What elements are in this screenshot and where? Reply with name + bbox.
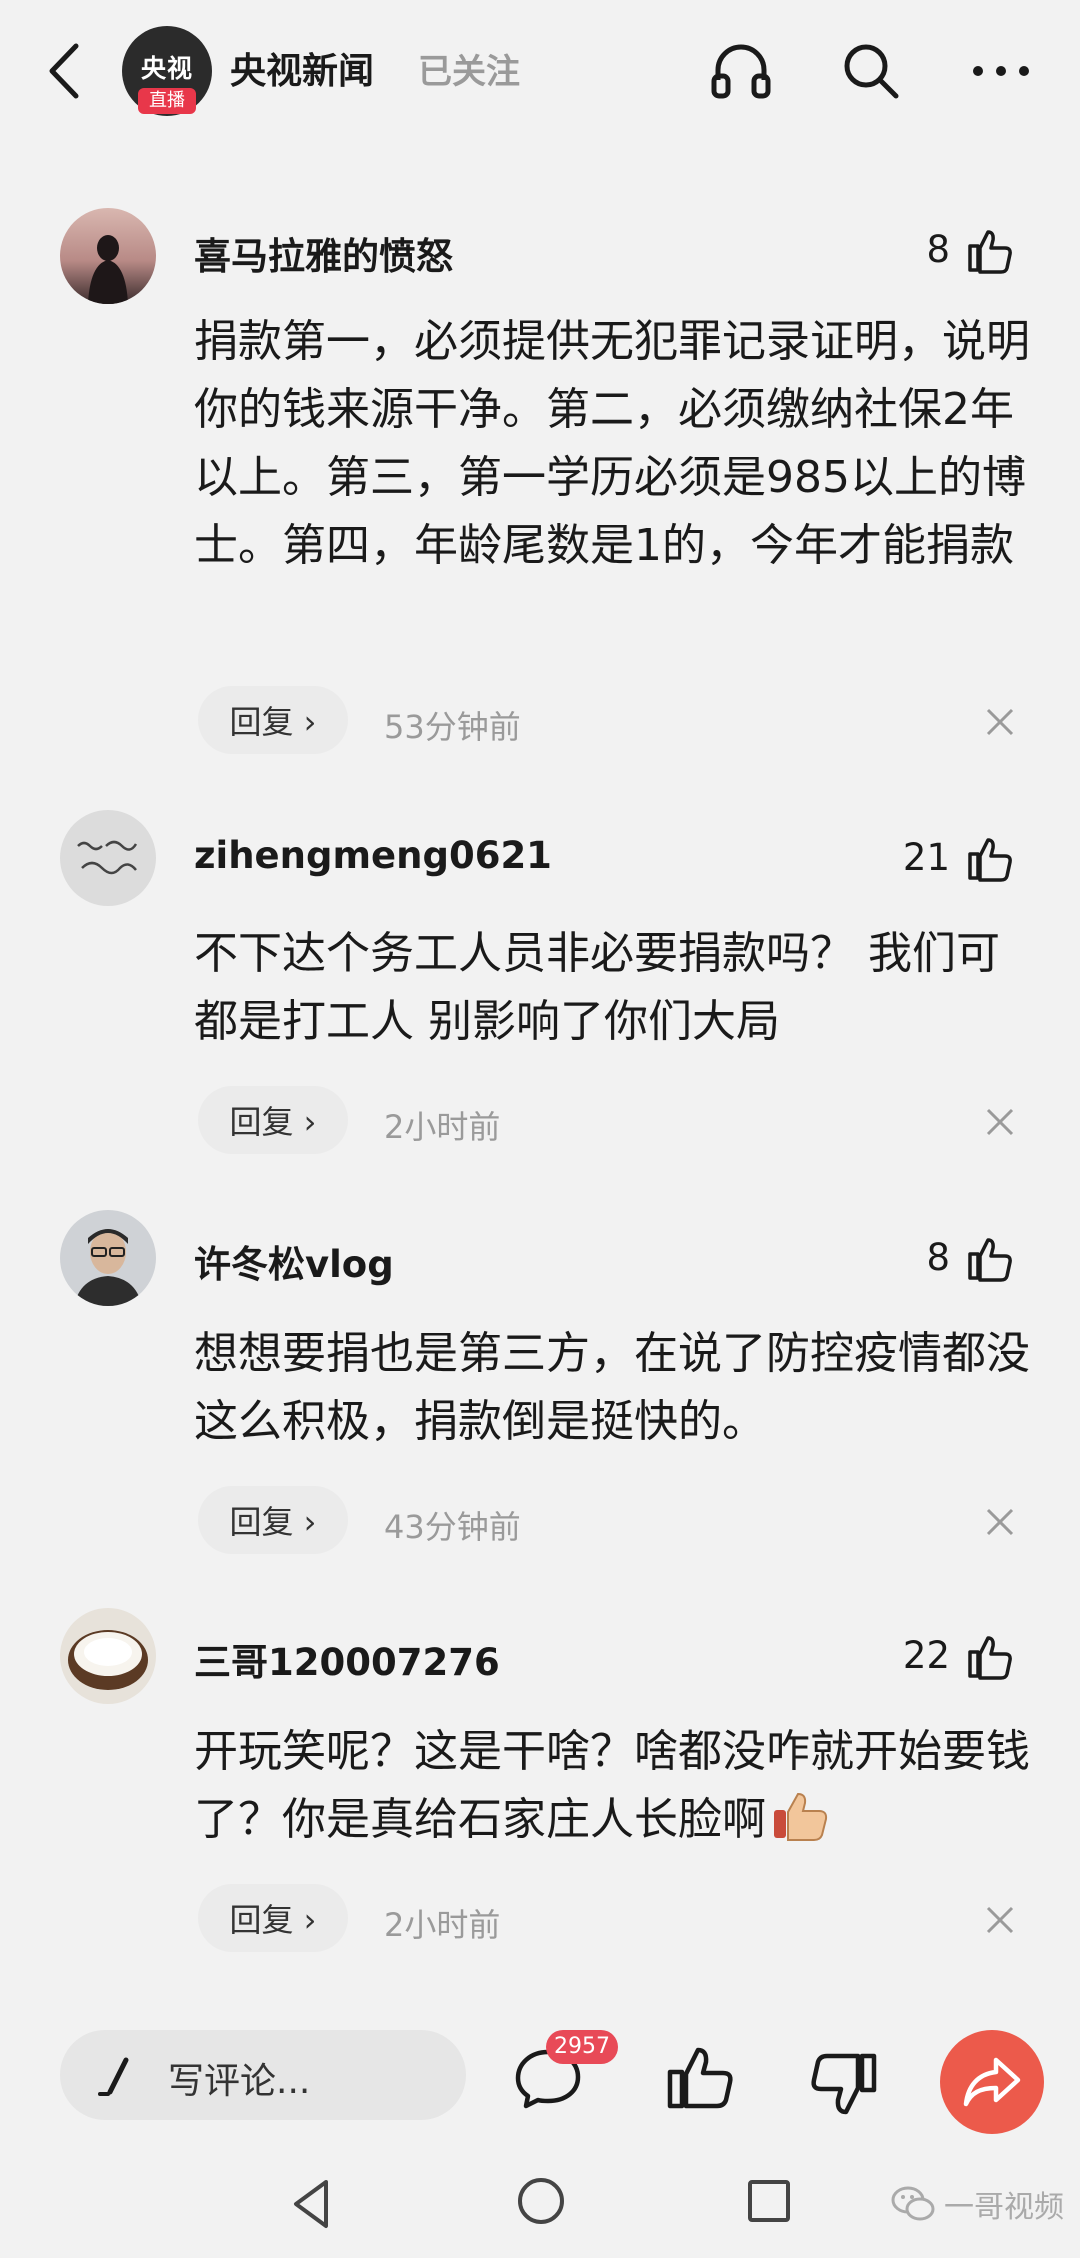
thumbs-up-icon[interactable]	[966, 226, 1014, 274]
comment-time: 2小时前	[384, 1906, 501, 1944]
avatar[interactable]	[60, 810, 156, 906]
watermark: 一哥视频	[890, 2182, 1064, 2226]
follow-status-button[interactable]: 已关注	[418, 44, 520, 93]
write-comment-input[interactable]: 写评论...	[60, 2030, 466, 2120]
thumbs-up-icon[interactable]	[966, 1234, 1014, 1282]
channel-logo-text: 央视	[140, 54, 193, 83]
live-badge: 直播	[138, 88, 196, 114]
close-icon[interactable]	[982, 704, 1018, 740]
comment-time: 2小时前	[384, 1108, 501, 1146]
comment-time: 43分钟前	[384, 1508, 521, 1546]
close-icon[interactable]	[982, 1104, 1018, 1140]
reply-button[interactable]: 回复 ›	[198, 1486, 348, 1554]
comment-username[interactable]: zihengmeng0621	[194, 834, 552, 877]
write-comment-placeholder: 写评论...	[168, 2061, 311, 2102]
comment-time: 53分钟前	[384, 708, 521, 746]
comment-username[interactable]: 喜马拉雅的愤怒	[194, 226, 453, 280]
nav-home-icon[interactable]	[514, 2174, 568, 2228]
thumbs-up-icon[interactable]	[966, 834, 1014, 882]
pen-icon	[98, 2057, 129, 2096]
avatar[interactable]	[60, 208, 156, 304]
comment-count-badge: 2957	[546, 2030, 618, 2064]
nav-back-icon[interactable]	[286, 2176, 338, 2232]
channel-name[interactable]: 央视新闻	[230, 42, 374, 94]
nav-recent-apps-icon[interactable]	[744, 2176, 794, 2226]
comment-text-body: 开玩笑呢？这是干啥？啥都没咋就开始要钱了？你是真给石家庄人长脸啊	[194, 1726, 1030, 1845]
like-count: 8	[926, 1236, 950, 1279]
reply-button[interactable]: 回复 ›	[198, 1884, 348, 1952]
channel-avatar[interactable]: 央视 直播	[122, 26, 212, 116]
comment-text: 不下达个务工人员非必要捐款吗？ 我们可都是打工人 别影响了你们大局	[194, 928, 1000, 1047]
share-button[interactable]	[940, 2030, 1044, 2134]
like-icon[interactable]	[664, 2042, 734, 2112]
like-count: 8	[926, 228, 950, 271]
dislike-icon[interactable]	[810, 2050, 880, 2120]
comment-text: 捐款第一，必须提供无犯罪记录证明，说明你的钱来源干净。第二，必须缴纳社保2年以上…	[194, 316, 1030, 571]
share-arrow-icon	[963, 2057, 1021, 2107]
thumbs-up-emoji-icon	[774, 1792, 828, 1841]
reply-button[interactable]: 回复 ›	[198, 1086, 348, 1154]
back-arrow-icon[interactable]	[40, 36, 90, 106]
avatar[interactable]	[60, 1608, 156, 1704]
wechat-icon	[891, 2186, 935, 2221]
top-header: 央视 直播 央视新闻 已关注	[0, 0, 1080, 140]
close-icon[interactable]	[982, 1902, 1018, 1938]
like-count: 21	[902, 836, 950, 879]
reply-button[interactable]: 回复 ›	[198, 686, 348, 754]
avatar[interactable]	[60, 1210, 156, 1306]
search-icon[interactable]	[838, 38, 904, 104]
comment-text: 开玩笑呢？这是干啥？啥都没咋就开始要钱了？你是真给石家庄人长脸啊	[194, 1718, 1034, 1854]
watermark-text: 一哥视频	[944, 2190, 1064, 2225]
comment-username[interactable]: 许冬松vlog	[194, 1234, 394, 1288]
system-nav-bar: 一哥视频	[0, 2150, 1080, 2258]
headphone-icon[interactable]	[708, 38, 774, 104]
more-options-icon[interactable]	[966, 38, 1036, 104]
comment-username[interactable]: 三哥120007276	[194, 1632, 500, 1686]
like-count: 22	[902, 1634, 950, 1677]
bottom-action-bar: 写评论... 2957	[0, 2010, 1080, 2140]
close-icon[interactable]	[982, 1504, 1018, 1540]
thumbs-up-icon[interactable]	[966, 1632, 1014, 1680]
comments-page: 央视 直播 央视新闻 已关注 喜马拉雅的愤怒 8 捐款第一，必须提供无犯罪记录证…	[0, 0, 1080, 2258]
comment-text: 想想要捐也是第三方，在说了防控疫情都没这么积极，捐款倒是挺快的。	[194, 1328, 1030, 1447]
